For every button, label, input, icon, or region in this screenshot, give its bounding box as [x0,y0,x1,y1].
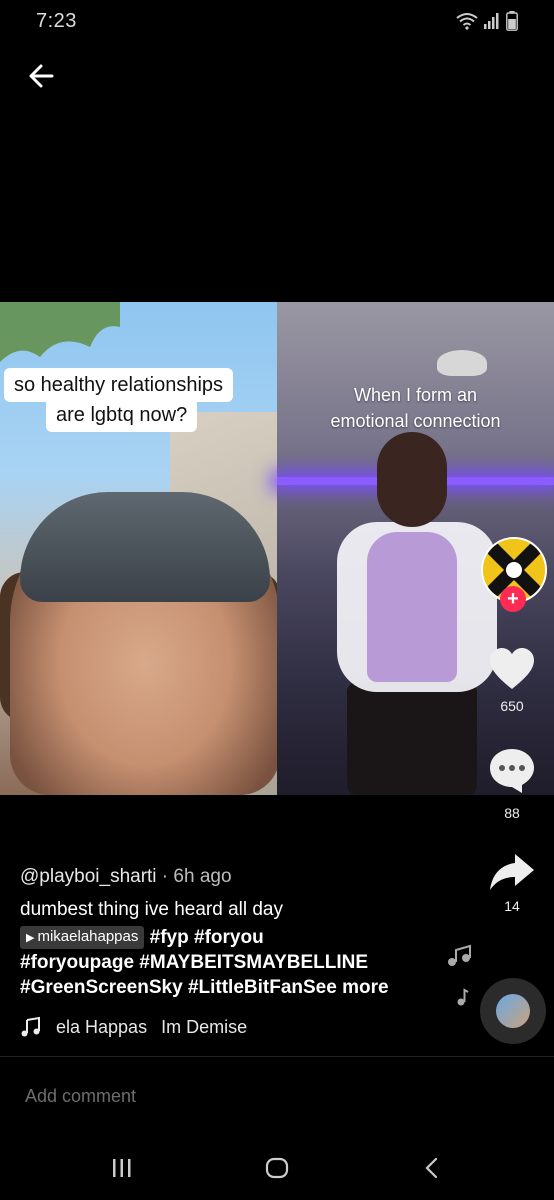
separator: · [156,866,174,887]
heart-icon[interactable] [487,645,537,695]
ceiling-lamp-image [437,350,487,376]
comment-count: 88 [504,805,520,821]
dancer-image [377,432,447,527]
back-arrow-icon[interactable] [26,60,58,92]
home-button[interactable] [247,1140,307,1196]
tree-image [0,302,120,362]
add-comment-input[interactable] [25,1086,325,1107]
post-author-line: @playboi_sharti · 6h ago [20,866,232,888]
sound-disc-avatar [496,994,530,1028]
hashtags-line1[interactable]: #fyp #foryou [144,927,264,948]
hashtags-line2[interactable]: #foryoupage #MAYBEITSMAYBELLINE [20,952,368,973]
recents-icon [113,1159,131,1177]
follow-button[interactable]: + [500,586,526,612]
dancer-image [367,532,457,682]
video-caption-line1: so healthy relationships [4,368,234,402]
dancer-image [347,682,477,795]
video-player[interactable]: so healthy relationships are lgbtq now? … [0,302,554,795]
chevron-left-icon [425,1157,438,1179]
play-icon: ▶ [26,932,35,944]
share-arrow-icon[interactable] [487,848,537,898]
home-icon [265,1157,289,1179]
post-hashtags: ▶ mikaelahappas #fyp #foryou #foryoupage … [20,925,450,1000]
signal-icon [484,13,499,29]
music-title-part1: ela Happas [56,1016,148,1037]
share-count: 14 [504,898,520,914]
system-navbar [0,1140,554,1196]
post-time: 6h ago [173,866,232,887]
stitch-chip-label: mikaelahappas [37,928,139,945]
status-time: 7:23 [36,10,77,32]
divider [0,1056,554,1057]
video-caption-line2: are lgbtq now? [46,398,198,432]
video-text-line1: When I form an [353,385,478,405]
cap-image [20,492,270,602]
hashtags-line3[interactable]: #GreenScreenSky #LittleBitFan [20,977,303,998]
username-link[interactable]: @playboi_sharti [20,866,157,887]
status-icons [456,10,518,32]
back-nav-button[interactable] [402,1140,462,1196]
music-note-icon [21,1016,40,1037]
battery-icon [506,11,518,31]
comment-icon[interactable] [487,745,537,795]
stitch-chip[interactable]: ▶ mikaelahappas [20,926,145,949]
see-more-link[interactable]: See more [303,977,389,998]
floating-note-icon [457,988,469,1006]
recents-button[interactable] [92,1140,152,1196]
video-left-panel: so healthy relationships are lgbtq now? [0,302,280,795]
video-text-line2: emotional connection [330,411,501,431]
post-description: dumbest thing ive heard all day [20,899,283,920]
wifi-icon [456,13,478,30]
music-row[interactable]: ela Happas Im Demise [20,1016,247,1038]
floating-note-icon [448,944,471,966]
music-title-part2: Im Demise [161,1016,248,1037]
like-count: 650 [500,698,524,714]
video-text-overlay: When I form an emotional connection [277,382,554,434]
sound-disc[interactable] [480,978,546,1044]
